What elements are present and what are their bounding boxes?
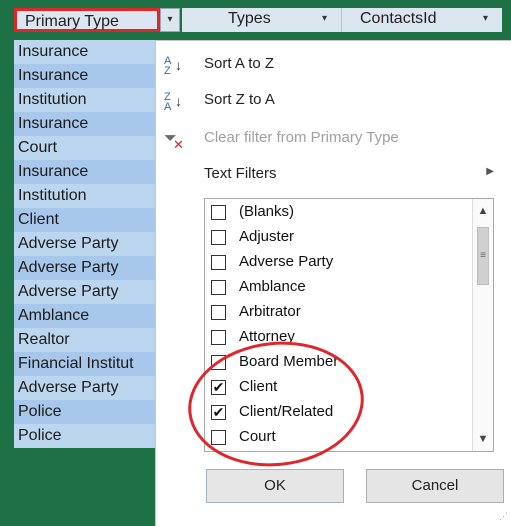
filter-list-item-label: Arbitrator (239, 303, 301, 320)
primary-type-cell[interactable]: Institution (14, 88, 164, 112)
types-header[interactable]: Types ▾ (182, 8, 342, 32)
contactsid-header-label: ContactsId (360, 10, 437, 27)
primary-type-cell[interactable]: Institution (14, 184, 164, 208)
primary-type-cell[interactable]: Police (14, 400, 164, 424)
filter-list-item-label: Adverse Party (239, 253, 334, 270)
column-header-row: Primary Type ▾ Types ▾ ContactsId ▾ (0, 0, 511, 34)
primary-type-cell[interactable]: Adverse Party (14, 280, 164, 304)
filter-list-item-label: Amblance (239, 278, 306, 295)
primary-type-cell[interactable]: Adverse Party (14, 376, 164, 400)
primary-type-filter-dropdown-icon[interactable]: ▾ (160, 8, 180, 32)
sort-descending-icon: Z A ↓ (164, 91, 182, 113)
primary-type-cell[interactable]: Adverse Party (14, 256, 164, 280)
checkbox-icon[interactable] (211, 205, 226, 220)
types-header-label: Types (228, 10, 271, 27)
sort-a-to-z-label: Sort A to Z (204, 55, 275, 72)
primary-type-cell[interactable]: Financial Institut (14, 352, 164, 376)
primary-type-header-label: Primary Type (25, 13, 119, 30)
primary-type-cell[interactable]: Amblance (14, 304, 164, 328)
primary-type-header[interactable]: Primary Type (14, 8, 160, 32)
list-scrollbar[interactable]: ▲ ≡ ▼ (472, 199, 493, 451)
checkbox-icon[interactable] (211, 305, 226, 320)
contactsid-filter-dropdown-icon[interactable]: ▾ (483, 8, 488, 30)
sort-z-to-a-label: Sort Z to A (204, 91, 275, 108)
clear-filter-icon: ⏷ ✕ (164, 130, 184, 152)
primary-type-cell[interactable]: Insurance (14, 112, 164, 136)
filter-list-item-label: Adjuster (239, 228, 295, 245)
checkbox-icon[interactable] (211, 330, 226, 345)
primary-type-cell[interactable]: Insurance (14, 160, 164, 184)
ok-button[interactable]: OK (206, 469, 344, 503)
primary-type-cell[interactable]: Adverse Party (14, 232, 164, 256)
sort-a-to-z-item[interactable]: A Z ↓ Sort A to Z (156, 47, 511, 83)
checkbox-icon[interactable] (211, 230, 226, 245)
resize-grip-icon[interactable]: ⋰ (499, 511, 508, 522)
primary-type-cell[interactable]: Realtor (14, 328, 164, 352)
autofilter-menu: A Z ↓ Sort A to Z Z A ↓ Sort Z to A ⏷ ✕ Clear… (155, 40, 511, 526)
sort-z-to-a-item[interactable]: Z A ↓ Sort Z to A (156, 83, 511, 119)
scroll-down-icon[interactable]: ▼ (473, 429, 493, 449)
sort-ascending-icon: A Z ↓ (164, 55, 182, 77)
primary-type-cell[interactable]: Court (14, 136, 164, 160)
submenu-arrow-icon: ▶ (486, 166, 494, 177)
scroll-thumb[interactable]: ≡ (477, 227, 489, 285)
cancel-button[interactable]: Cancel (366, 469, 504, 503)
text-filters-item[interactable]: Text Filters ▶ (156, 157, 511, 193)
scroll-up-icon[interactable]: ▲ (473, 201, 493, 221)
filter-list-item-label: (Blanks) (239, 203, 295, 220)
types-filter-dropdown-icon[interactable]: ▾ (322, 8, 327, 30)
clear-filter-item[interactable]: ⏷ ✕ Clear filter from Primary Type (156, 121, 511, 157)
primary-type-cell[interactable]: Client (14, 208, 164, 232)
primary-type-column: Insurance Insurance Institution Insurance Co… (14, 40, 164, 448)
primary-type-cell[interactable]: Police (14, 424, 164, 448)
primary-type-cell[interactable]: Insurance (14, 64, 164, 88)
checkbox-icon[interactable] (211, 280, 226, 295)
contactsid-header[interactable]: ContactsId ▾ (342, 8, 502, 32)
primary-type-cell[interactable]: Insurance (14, 40, 164, 64)
text-filters-label: Text Filters (204, 165, 277, 182)
clear-filter-label: Clear filter from Primary Type (204, 129, 399, 146)
checkbox-icon[interactable] (211, 255, 226, 270)
